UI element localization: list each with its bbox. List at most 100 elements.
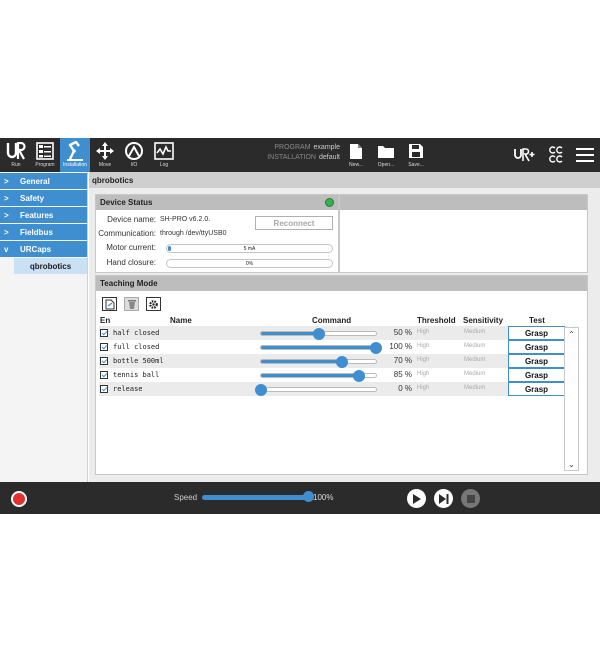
scroll-up-icon[interactable]: ⌃	[565, 328, 578, 340]
teaching-mode-title: Teaching Mode	[100, 279, 158, 288]
grasp-button[interactable]: Grasp	[508, 382, 565, 396]
menu-button[interactable]	[574, 138, 596, 172]
stop-button[interactable]	[461, 489, 480, 508]
device-name-label: Device name:	[107, 215, 156, 224]
move-tab-label: Move	[98, 162, 112, 168]
communication-value: through /dev/ttyUSB0	[160, 230, 227, 237]
command-slider[interactable]	[260, 342, 382, 354]
power-record-button[interactable]	[11, 491, 27, 507]
scroll-down-icon[interactable]: ⌄	[565, 458, 578, 470]
nav-item-label: Safety	[20, 193, 45, 203]
nav-item-label: General	[20, 176, 50, 186]
table-row: tennis ball 85 % High Medium Grasp	[99, 368, 568, 382]
threshold-value[interactable]: High	[417, 329, 429, 335]
chevron-right-icon: >	[4, 227, 9, 237]
grasp-button[interactable]: Grasp	[508, 354, 565, 368]
column-header-name: Name	[170, 316, 192, 325]
sensitivity-value[interactable]: Medium	[464, 329, 485, 335]
table-row: release 0 % High Medium Grasp	[99, 382, 568, 396]
slider-knob[interactable]	[312, 328, 325, 340]
io-tab-label: I/O	[130, 162, 138, 168]
control-status-button[interactable]	[546, 138, 566, 172]
add-pose-button[interactable]	[102, 297, 117, 311]
program-tab[interactable]: Program	[31, 138, 59, 172]
command-percent: 0 %	[398, 384, 412, 393]
move-icon	[95, 141, 115, 161]
slider-knob[interactable]	[255, 384, 267, 396]
slider-fill	[261, 360, 342, 363]
step-button[interactable]	[434, 489, 453, 508]
enable-checkbox[interactable]	[100, 385, 108, 393]
command-slider[interactable]	[255, 384, 377, 396]
threshold-value[interactable]: High	[417, 385, 429, 391]
save-button[interactable]: Save...	[404, 138, 428, 172]
ur-logo-icon	[6, 141, 26, 161]
step-forward-icon	[438, 493, 448, 504]
reconnect-button[interactable]: Reconnect	[255, 216, 333, 230]
speed-slider[interactable]	[202, 495, 308, 500]
grasp-button[interactable]: Grasp	[508, 368, 565, 382]
slider-fill	[261, 332, 319, 335]
new-button-label: New...	[349, 162, 363, 168]
open-button[interactable]: Open...	[374, 138, 398, 172]
sensitivity-value[interactable]: Medium	[464, 385, 485, 391]
nav-item-fieldbus[interactable]: > Fieldbus	[0, 224, 87, 240]
new-button[interactable]: New...	[345, 138, 367, 172]
nav-item-label: URCaps	[20, 244, 52, 254]
command-slider[interactable]	[260, 356, 377, 368]
enable-checkbox[interactable]	[100, 329, 108, 337]
grasp-button[interactable]: Grasp	[508, 326, 565, 340]
threshold-value[interactable]: High	[417, 371, 429, 377]
stop-icon	[466, 494, 475, 503]
nav-item-urcaps[interactable]: v URCaps	[0, 241, 87, 257]
device-name-value: SH-PRO v6.2.0.	[160, 216, 211, 223]
run-tab[interactable]: Run	[3, 138, 29, 172]
sensitivity-value[interactable]: Medium	[464, 343, 485, 349]
threshold-value[interactable]: High	[417, 357, 429, 363]
nav-item-safety[interactable]: > Safety	[0, 190, 87, 206]
save-icon	[408, 141, 424, 161]
column-header-en: En	[100, 316, 111, 325]
column-header-threshold: Threshold	[417, 316, 456, 325]
chevron-right-icon: >	[4, 193, 9, 203]
pose-name: tennis ball	[113, 371, 160, 379]
enable-checkbox[interactable]	[100, 343, 108, 351]
sensitivity-value[interactable]: Medium	[464, 357, 485, 363]
enable-checkbox[interactable]	[100, 357, 108, 365]
command-slider[interactable]	[260, 328, 377, 340]
urplus-button[interactable]	[512, 138, 538, 172]
teaching-mode-panel: Teaching Mode En Name Command Threshold …	[95, 275, 588, 475]
nav-item-features[interactable]: > Features	[0, 207, 87, 223]
grasp-button[interactable]: Grasp	[508, 340, 565, 354]
program-label: PROGRAM	[274, 144, 311, 151]
page-title: qbrobotics	[89, 172, 600, 188]
log-tab[interactable]: Log	[151, 138, 177, 172]
table-row: bottle 500ml 70 % High Medium Grasp	[99, 354, 568, 368]
nav-subitem-qbrobotics[interactable]: qbrobotics	[14, 258, 87, 274]
slider-knob[interactable]	[335, 356, 348, 368]
device-info-panel	[339, 194, 588, 273]
slider-knob[interactable]	[352, 370, 365, 382]
installation-tab[interactable]: Installation	[60, 138, 90, 172]
nav-item-label: Features	[20, 210, 54, 220]
motor-current-row: Motor current:	[96, 243, 160, 252]
io-tab[interactable]: I/O	[121, 138, 147, 172]
enable-checkbox[interactable]	[100, 371, 108, 379]
settings-button[interactable]	[146, 297, 161, 311]
threshold-value[interactable]: High	[417, 343, 429, 349]
sensitivity-value[interactable]: Medium	[464, 371, 485, 377]
run-tab-label: Run	[11, 162, 21, 168]
nav-item-general[interactable]: > General	[0, 173, 87, 189]
command-slider[interactable]	[260, 370, 377, 382]
move-tab[interactable]: Move	[92, 138, 118, 172]
trash-icon	[127, 299, 136, 309]
chevron-right-icon: >	[4, 210, 9, 220]
device-info-header	[340, 195, 587, 210]
play-button[interactable]	[407, 489, 426, 508]
table-scrollbar[interactable]: ⌃ ⌄	[564, 327, 579, 471]
control-status-icon	[549, 144, 563, 164]
delete-pose-button[interactable]	[124, 297, 139, 311]
speed-label: Speed	[174, 493, 198, 502]
motor-current-fill	[168, 246, 172, 251]
nav-item-label: Fieldbus	[20, 227, 53, 237]
